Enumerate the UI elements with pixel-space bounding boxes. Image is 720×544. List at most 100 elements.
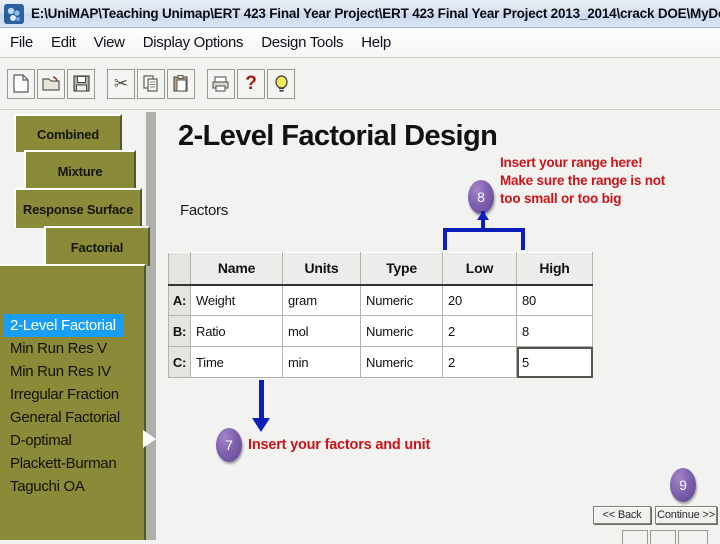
new-button[interactable] bbox=[7, 68, 35, 99]
menu-display-options[interactable]: Display Options bbox=[143, 34, 244, 51]
list-item-label: 2-Level Factorial bbox=[4, 314, 124, 337]
row-id-c: C: bbox=[168, 346, 191, 378]
cell-c-name[interactable]: Time bbox=[190, 346, 283, 378]
bottom-stub-2[interactable] bbox=[650, 530, 676, 544]
paste-icon bbox=[173, 75, 188, 92]
factorial-design-list: 2-Level Factorial Min Run Res V Min Run … bbox=[0, 264, 146, 540]
annotation-down-arrow-icon bbox=[252, 380, 270, 432]
sidebar-tab-label: Mixture bbox=[57, 163, 103, 179]
cell-a-units[interactable]: gram bbox=[282, 284, 361, 316]
annotation-range-line1: Insert your range here! bbox=[500, 155, 643, 170]
open-folder-icon bbox=[42, 76, 60, 91]
factors-table: Name Units Type Low High A: Weight gram … bbox=[168, 252, 593, 378]
print-button[interactable] bbox=[207, 68, 235, 99]
application-window: E:\UniMAP\Teaching Unimap\ERT 423 Final … bbox=[0, 0, 720, 544]
bottom-stub-3[interactable] bbox=[678, 530, 708, 544]
table-row: B: Ratio mol Numeric 2 8 bbox=[168, 315, 593, 347]
cell-c-high[interactable]: 5 bbox=[516, 346, 593, 378]
cell-c-low[interactable]: 2 bbox=[442, 346, 517, 378]
list-item-irregular-fraction[interactable]: Irregular Fraction bbox=[4, 383, 144, 406]
sidebar-tab-label: Combined bbox=[37, 126, 99, 142]
sidebar-tab-label: Factorial bbox=[70, 239, 124, 255]
sidebar-shadow bbox=[146, 112, 156, 540]
column-header-name[interactable]: Name bbox=[190, 252, 283, 286]
cell-a-type[interactable]: Numeric bbox=[360, 284, 443, 316]
selection-pointer-icon bbox=[143, 430, 156, 448]
new-icon bbox=[13, 74, 29, 93]
list-item-general-factorial[interactable]: General Factorial bbox=[4, 406, 144, 429]
annotation-range-line3: too small or too big bbox=[500, 191, 622, 206]
menu-bar: File Edit View Display Options Design To… bbox=[0, 28, 720, 58]
sidebar-tab-factorial[interactable]: Factorial bbox=[44, 226, 150, 266]
annotation-range-text: Insert your range here! Make sure the ra… bbox=[500, 154, 665, 208]
design-type-sidebar: Combined Mixture Response Surface Factor… bbox=[0, 112, 156, 540]
back-button[interactable]: << Back bbox=[593, 506, 651, 524]
menu-design-tools[interactable]: Design Tools bbox=[261, 34, 343, 51]
toolbar-group-help: ? bbox=[206, 68, 296, 99]
column-header-low[interactable]: Low bbox=[442, 252, 517, 286]
menu-edit[interactable]: Edit bbox=[51, 34, 76, 51]
menu-help[interactable]: Help bbox=[361, 34, 391, 51]
column-header-high[interactable]: High bbox=[516, 252, 593, 286]
page-title: 2-Level Factorial Design bbox=[178, 120, 498, 152]
cell-b-low[interactable]: 2 bbox=[442, 315, 517, 347]
save-icon bbox=[72, 75, 90, 92]
list-item-d-optimal[interactable]: D-optimal bbox=[4, 429, 144, 452]
row-id-a: A: bbox=[168, 284, 191, 316]
list-item-min-run-res-v[interactable]: Min Run Res V bbox=[4, 337, 144, 360]
cell-a-low[interactable]: 20 bbox=[442, 284, 517, 316]
menu-file[interactable]: File bbox=[10, 34, 33, 51]
cell-b-units[interactable]: mol bbox=[282, 315, 361, 347]
open-button[interactable] bbox=[37, 68, 65, 99]
list-item-2-level-factorial[interactable]: 2-Level Factorial bbox=[4, 314, 144, 337]
table-row: C: Time min Numeric 2 5 bbox=[168, 346, 593, 378]
design-expert-icon bbox=[4, 3, 24, 24]
table-corner-cell bbox=[168, 252, 191, 286]
annotation-bracket-arrow-icon bbox=[477, 211, 489, 231]
cell-c-type[interactable]: Numeric bbox=[360, 346, 443, 378]
help-button[interactable]: ? bbox=[237, 68, 265, 99]
row-id-b: B: bbox=[168, 315, 191, 347]
annotation-range-line2: Make sure the range is not bbox=[500, 173, 666, 188]
table-header-row: Name Units Type Low High bbox=[168, 252, 593, 286]
sidebar-tab-label: Response Surface bbox=[22, 201, 134, 217]
list-item-plackett-burman[interactable]: Plackett-Burman bbox=[4, 452, 144, 475]
toolbar: ✂ ? bbox=[0, 58, 720, 110]
paste-button[interactable] bbox=[167, 68, 195, 99]
menu-view[interactable]: View bbox=[94, 34, 125, 51]
annotation-badge-8: 8 bbox=[468, 180, 494, 214]
sidebar-tab-mixture[interactable]: Mixture bbox=[24, 150, 136, 190]
list-item-taguchi-oa[interactable]: Taguchi OA bbox=[4, 475, 144, 498]
cell-b-type[interactable]: Numeric bbox=[360, 315, 443, 347]
bottom-stub-1[interactable] bbox=[622, 530, 648, 544]
toolbar-group-file bbox=[6, 68, 96, 99]
window-title: E:\UniMAP\Teaching Unimap\ERT 423 Final … bbox=[31, 6, 720, 21]
list-item-min-run-res-iv[interactable]: Min Run Res IV bbox=[4, 360, 144, 383]
tip-lightbulb-icon bbox=[274, 74, 288, 92]
save-button[interactable] bbox=[67, 68, 95, 99]
annotation-badge-7: 7 bbox=[216, 428, 242, 462]
cell-b-high[interactable]: 8 bbox=[516, 315, 593, 347]
column-header-type[interactable]: Type bbox=[360, 252, 443, 286]
cell-a-name[interactable]: Weight bbox=[190, 284, 283, 316]
factors-label: Factors bbox=[180, 202, 228, 219]
tip-button[interactable] bbox=[267, 68, 295, 99]
print-icon bbox=[212, 75, 229, 92]
annotation-factors-text: Insert your factors and unit bbox=[248, 437, 431, 453]
copy-button[interactable] bbox=[137, 68, 165, 99]
help-icon: ? bbox=[245, 73, 257, 94]
title-bar: E:\UniMAP\Teaching Unimap\ERT 423 Final … bbox=[0, 0, 720, 28]
sidebar-tab-response-surface[interactable]: Response Surface bbox=[14, 188, 142, 228]
cell-b-name[interactable]: Ratio bbox=[190, 315, 283, 347]
cut-icon: ✂ bbox=[113, 74, 129, 93]
sidebar-tab-combined[interactable]: Combined bbox=[14, 114, 122, 152]
cell-a-high[interactable]: 80 bbox=[516, 284, 593, 316]
annotation-badge-9: 9 bbox=[670, 468, 696, 502]
table-row: A: Weight gram Numeric 20 80 bbox=[168, 284, 593, 316]
column-header-units[interactable]: Units bbox=[282, 252, 361, 286]
cell-c-units[interactable]: min bbox=[282, 346, 361, 378]
cut-button[interactable]: ✂ bbox=[107, 68, 135, 99]
toolbar-group-edit: ✂ bbox=[106, 68, 196, 99]
annotation-bracket-icon bbox=[443, 228, 525, 250]
continue-button[interactable]: Continue >> bbox=[655, 506, 717, 524]
